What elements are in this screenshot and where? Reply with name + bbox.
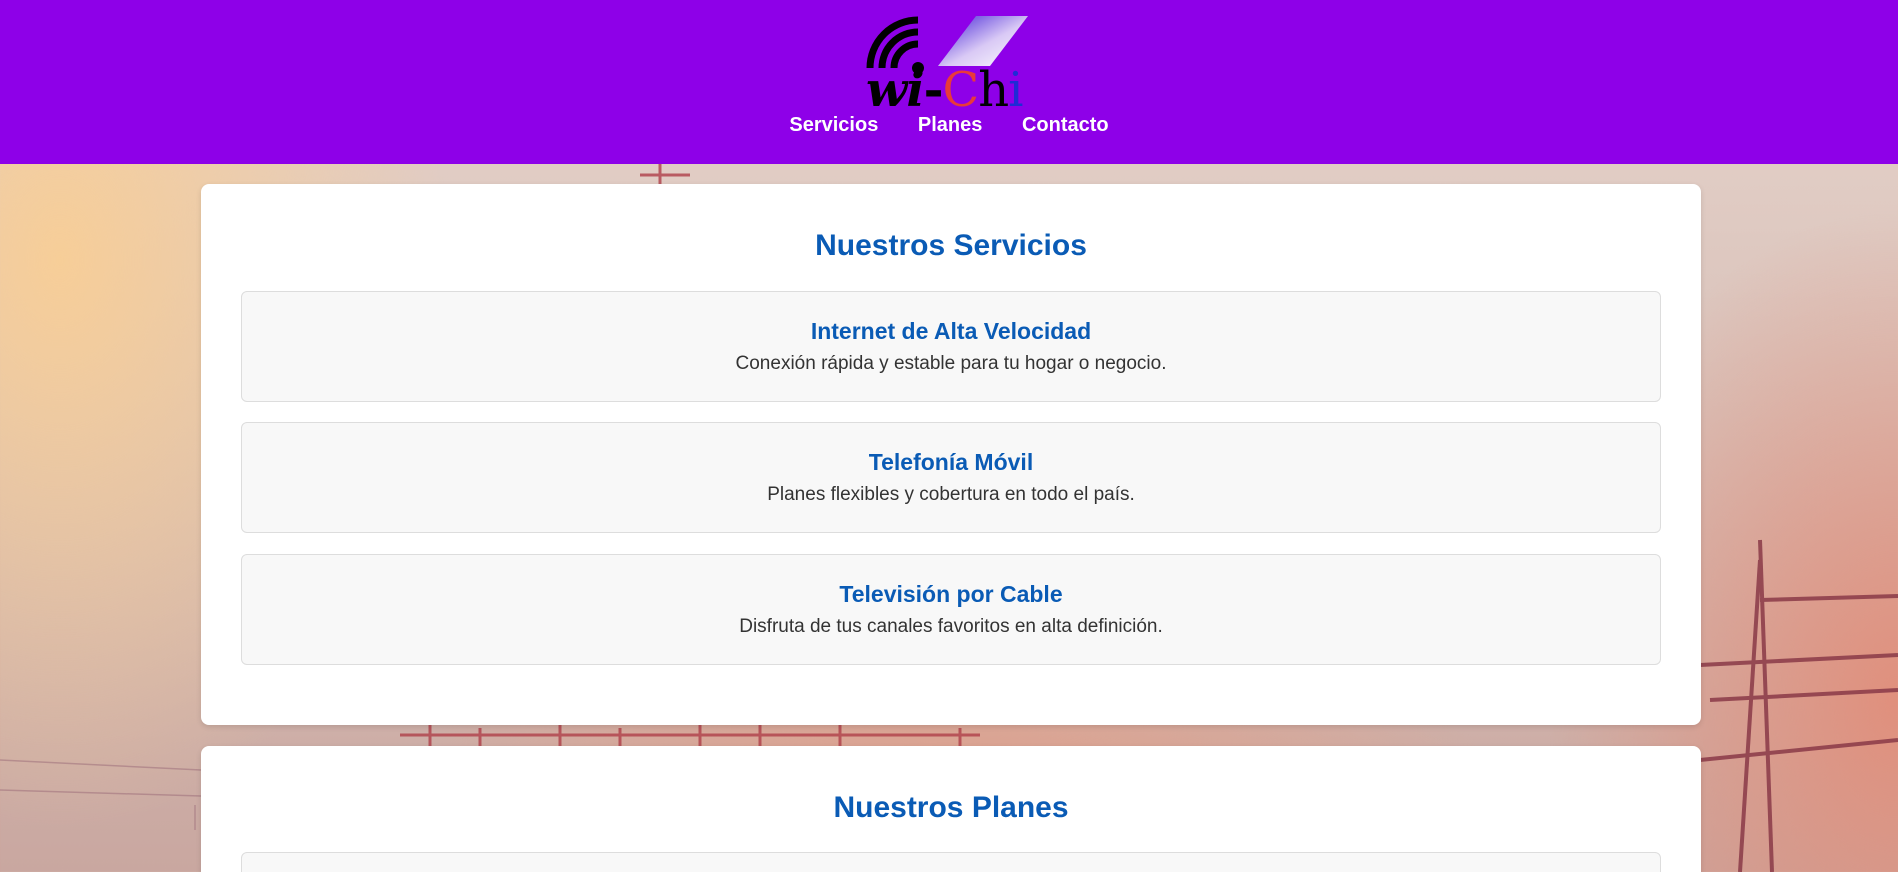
services-section: Nuestros Servicios Internet de Alta Velo… (201, 184, 1701, 725)
services-title: Nuestros Servicios (815, 229, 1087, 262)
service-title: Televisión por Cable (839, 581, 1063, 607)
logo-wordmark: wi-Chi (866, 62, 1024, 118)
service-description: Planes flexibles y cobertura en todo el … (767, 484, 1135, 505)
service-card: Internet de Alta Velocidad Conexión rápi… (241, 291, 1661, 402)
site-header: wi-Chi Servicios Planes Contacto (0, 0, 1898, 164)
plans-section: Nuestros Planes (201, 746, 1701, 872)
nav-link-contacto[interactable]: Contacto (1022, 114, 1109, 137)
nav-link-planes[interactable]: Planes (918, 114, 982, 137)
service-description: Conexión rápida y estable para tu hogar … (735, 353, 1167, 374)
service-card: Telefonía Móvil Planes flexibles y cober… (241, 422, 1661, 533)
service-title: Telefonía Móvil (868, 449, 1034, 475)
plans-title: Nuestros Planes (833, 791, 1069, 824)
nav-link-servicios[interactable]: Servicios (789, 114, 878, 137)
service-description: Disfruta de tus canales favoritos en alt… (739, 616, 1163, 637)
main-nav: Servicios Planes Contacto (0, 114, 1898, 137)
service-title: Internet de Alta Velocidad (810, 318, 1092, 344)
brand-logo[interactable]: wi-Chi (866, 16, 1030, 118)
plan-card (241, 852, 1661, 872)
service-card: Televisión por Cable Disfruta de tus can… (241, 554, 1661, 665)
